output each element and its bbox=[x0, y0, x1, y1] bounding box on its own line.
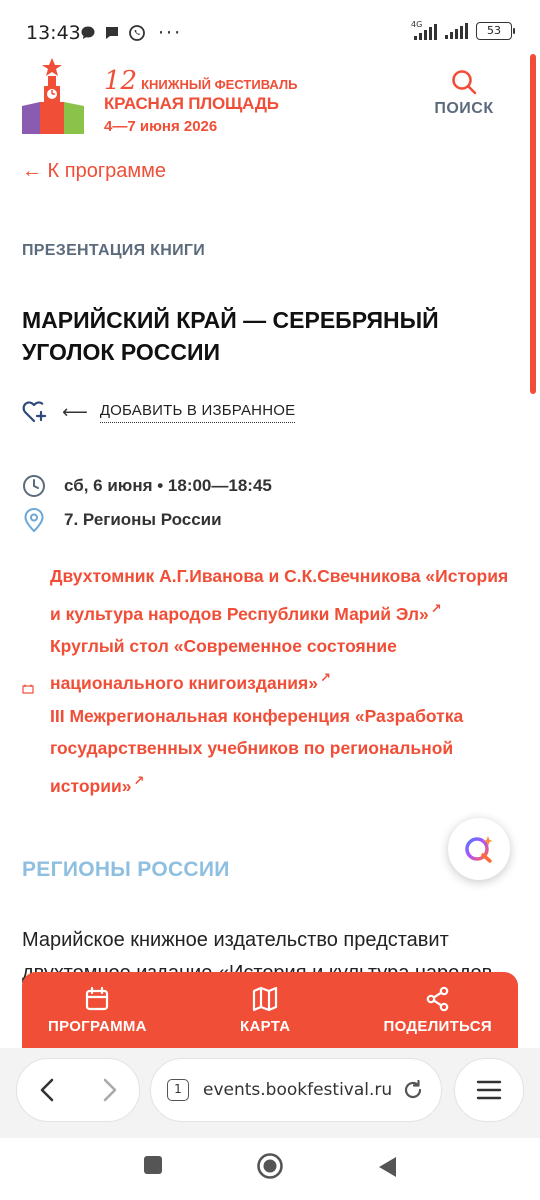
festival-logo-icon[interactable] bbox=[22, 58, 92, 134]
recents-square-icon[interactable] bbox=[142, 1154, 164, 1176]
event-title: МАРИЙСКИЙ КРАЙ — СЕРЕБРЯНЫЙ УГОЛОК РОССИ… bbox=[22, 307, 439, 365]
cellular-signal-icon: 4G bbox=[411, 20, 437, 40]
cellular-signal-2-icon bbox=[445, 23, 468, 39]
history-nav bbox=[16, 1058, 140, 1122]
notification-icons bbox=[80, 24, 146, 42]
status-right: 4G 53 bbox=[411, 20, 515, 40]
location-pin-icon bbox=[24, 507, 44, 533]
event-location[interactable]: 7. Регионы России bbox=[64, 510, 222, 530]
share-button[interactable]: ПОДЕЛИТЬСЯ bbox=[384, 972, 492, 1048]
map-button[interactable]: КАРТА bbox=[240, 972, 290, 1048]
address-bar[interactable]: 1 events.bookfestival.ru bbox=[150, 1058, 442, 1122]
event-category: ПРЕЗЕНТАЦИЯ КНИГИ bbox=[22, 242, 206, 259]
calendar-icon bbox=[86, 986, 109, 1010]
status-time: 13:43 bbox=[26, 22, 81, 44]
search-button[interactable]: ПОИСК bbox=[434, 68, 494, 124]
program-button[interactable]: ПРОГРАММА bbox=[48, 972, 147, 1048]
festival-dates: 4—7 июня 2026 bbox=[104, 118, 218, 135]
share-label: ПОДЕЛИТЬСЯ bbox=[383, 1017, 492, 1035]
related-event-label: III Межрегиональная конференция «Разрабо… bbox=[50, 705, 464, 796]
home-circle-icon[interactable] bbox=[256, 1152, 284, 1180]
bottom-action-bar: ПРОГРАММА КАРТА ПОДЕЛИТЬСЯ bbox=[22, 972, 518, 1048]
related-events-list: Двухтомник А.Г.Иванова и С.К.Свечникова … bbox=[50, 560, 520, 802]
reload-icon[interactable] bbox=[401, 1078, 425, 1102]
menu-button[interactable] bbox=[454, 1058, 524, 1122]
festival-name: КНИЖНЫЙ ФЕСТИВАЛЬ bbox=[141, 77, 298, 92]
url-text[interactable]: events.bookfestival.ru bbox=[203, 1080, 401, 1100]
assistant-q-icon bbox=[465, 836, 493, 863]
browser-toolbar: 1 events.bookfestival.ru bbox=[0, 1048, 540, 1138]
clock-icon bbox=[23, 475, 45, 497]
back-triangle-icon[interactable] bbox=[376, 1155, 398, 1179]
back-to-program-link[interactable]: ← К программе bbox=[22, 160, 166, 183]
heart-plus-icon[interactable] bbox=[22, 400, 48, 424]
program-label: ПРОГРАММА bbox=[48, 1017, 147, 1035]
assistant-button[interactable] bbox=[448, 818, 510, 880]
add-to-favorites-link[interactable]: ДОБАВИТЬ В ИЗБРАННОЕ bbox=[99, 402, 296, 423]
related-event-link[interactable]: Круглый стол «Современное состояние наци… bbox=[50, 630, 520, 700]
hamburger-menu-icon bbox=[476, 1080, 502, 1100]
festival-title-line: 12 КНИЖНЫЙ ФЕСТИВАЛЬ bbox=[104, 66, 297, 96]
arrow-left-icon: ⟵ bbox=[62, 401, 88, 422]
battery-icon: 53 bbox=[476, 22, 515, 40]
related-event-label: Круглый стол «Современное состояние наци… bbox=[50, 635, 397, 694]
external-link-icon: ↗ bbox=[319, 670, 331, 686]
whatsapp-icon bbox=[129, 25, 145, 41]
event-location-row[interactable]: 7. Регионы России bbox=[22, 507, 222, 533]
map-icon bbox=[253, 986, 278, 1011]
tab-count-button[interactable]: 1 bbox=[167, 1079, 189, 1101]
festival-place: КРАСНАЯ ПЛОЩАДЬ bbox=[104, 94, 279, 113]
status-more-dots: ··· bbox=[158, 22, 183, 44]
search-icon bbox=[452, 70, 477, 95]
share-icon bbox=[426, 986, 449, 1011]
forward-arrow-icon[interactable] bbox=[98, 1077, 120, 1103]
section-heading: РЕГИОНЫ РОССИИ bbox=[22, 858, 230, 881]
map-label: КАРТА bbox=[240, 1017, 291, 1035]
external-link-icon: ↗ bbox=[133, 772, 145, 788]
event-datetime: сб, 6 июня • 18:00—18:45 bbox=[64, 476, 272, 495]
festival-number: 12 bbox=[104, 66, 138, 96]
message-icon bbox=[106, 27, 118, 39]
related-event-link[interactable]: Двухтомник А.Г.Иванова и С.К.Свечникова … bbox=[50, 560, 520, 630]
add-favorite-row[interactable]: ⟵ ДОБАВИТЬ В ИЗБРАННОЕ bbox=[22, 400, 296, 424]
event-datetime-row: сб, 6 июня • 18:00—18:45 bbox=[22, 474, 272, 498]
calendar-small-icon bbox=[22, 684, 34, 694]
back-arrow-icon[interactable] bbox=[37, 1077, 59, 1103]
search-label: ПОИСК bbox=[434, 100, 494, 117]
related-event-link[interactable]: III Межрегиональная конференция «Разрабо… bbox=[50, 700, 520, 802]
chat-bubble-icon bbox=[81, 26, 95, 39]
site-header: 12 КНИЖНЫЙ ФЕСТИВАЛЬ КРАСНАЯ ПЛОЩАДЬ 4—7… bbox=[0, 52, 540, 142]
external-link-icon: ↗ bbox=[430, 600, 442, 616]
